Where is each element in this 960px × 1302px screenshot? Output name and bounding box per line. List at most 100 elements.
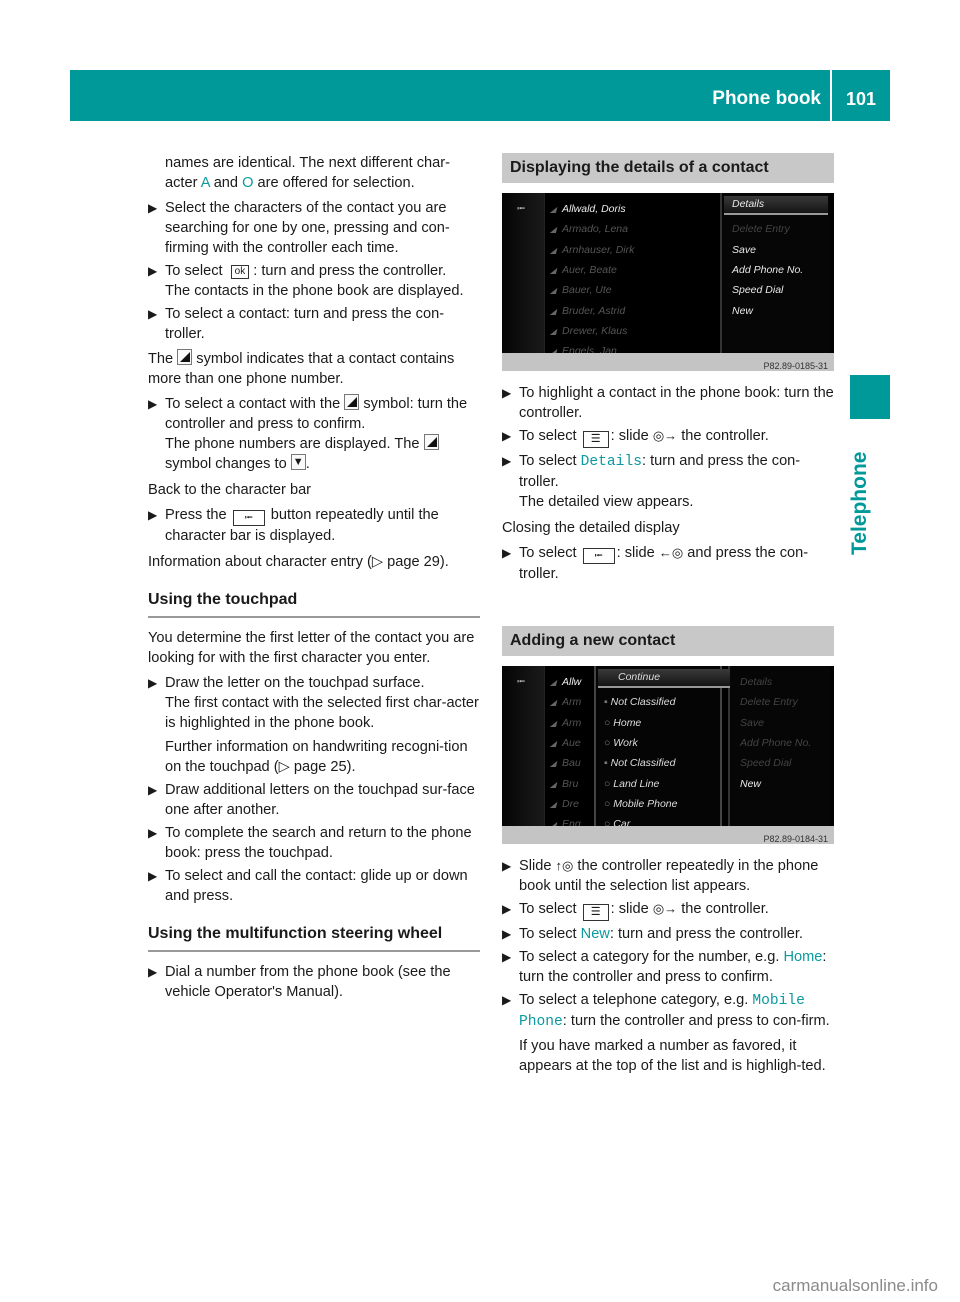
contact-list-item[interactable]: ◢ Allwald, Doris	[550, 199, 626, 220]
menu-item[interactable]: Save	[732, 240, 756, 260]
menu-item[interactable]: Delete Entry	[740, 692, 798, 712]
multi-number-icon: ◢	[550, 265, 557, 275]
contact-name: Bru	[562, 777, 579, 790]
bullet-icon: ▶	[148, 869, 158, 883]
options-menu: Details Delete Entry Save Add Phone No. Spee…	[720, 193, 830, 353]
category-option[interactable]: ○ Home	[604, 713, 641, 733]
contact-list-item[interactable]: ◢ Allw	[550, 672, 581, 693]
menu-item[interactable]: Delete Entry	[732, 219, 790, 239]
bullet-icon: ▶	[502, 386, 512, 400]
step: ▶ To highlight a contact in the phone boo…	[502, 383, 834, 423]
contact-name: Bruder, Astrid	[562, 304, 626, 317]
menu-item[interactable]: New	[732, 301, 753, 321]
bullet-icon: ▶	[148, 965, 158, 979]
step: ▶ Slide ↑◎ the controller repeatedly in t…	[502, 856, 834, 896]
category-option[interactable]: ○ Work	[604, 733, 638, 753]
category-option[interactable]: ▪ Not Classified	[604, 692, 675, 712]
contact-name: Arm	[562, 716, 582, 729]
figure-caption-bar: P82.89-0185-31	[502, 353, 834, 371]
step: ▶ To select ⭰: slide ←◎ and press the con…	[502, 543, 834, 584]
slide-right-icon: ◎→	[652, 901, 678, 916]
step-text: To select and call the contact: glide up…	[165, 868, 468, 904]
category-label: Land Line	[613, 777, 660, 790]
back-arrow-icon: ⭰	[517, 676, 526, 688]
step-text: To select a contact with the	[165, 396, 341, 412]
radio-icon: ○	[604, 716, 614, 729]
contact-list-item[interactable]: ◢ Aue	[550, 733, 581, 754]
contact-list-item[interactable]: ◢ Arm	[550, 713, 581, 734]
menu-item[interactable]: Speed Dial	[740, 753, 791, 773]
contact-list-item[interactable]: ◢ Bauer, Ute	[550, 280, 612, 301]
step-text: Draw additional letters on the touchpad …	[165, 782, 475, 818]
category-option[interactable]: ▪ Not Classified	[604, 753, 675, 773]
contact-list-item[interactable]: ◢ Bru	[550, 774, 578, 795]
step-text: To select	[519, 453, 581, 469]
intro-text: are offered for selection.	[253, 175, 415, 191]
contact-list-item[interactable]: ◢ Arnhauser, Dirk	[550, 240, 634, 261]
contact-list-item[interactable]: ◢ Auer, Beate	[550, 260, 617, 281]
step-text: To highlight a contact in the phone book…	[519, 385, 834, 421]
radio-icon: ○	[604, 777, 614, 790]
contact-name: Bau	[562, 757, 581, 770]
menu-term: Details	[580, 454, 642, 470]
step-text: the controller.	[681, 901, 769, 917]
multi-number-icon: ◢	[550, 738, 557, 748]
bullet-icon: ▶	[502, 546, 512, 560]
new-contact-screenshot: ⭰ ◢Allw◢Arm◢Arm◢Aue◢Bau◢Bru◢Dre◢Eng◢Erle…	[502, 666, 834, 844]
category-label: Mobile Phone	[613, 797, 678, 810]
bullet-icon: ▶	[148, 676, 158, 690]
figure-id: P82.89-0185-31	[763, 361, 828, 371]
category-option[interactable]: Continue	[598, 669, 730, 688]
menu-term: New	[580, 926, 610, 942]
step: ▶ To select and call the contact: glide u…	[148, 866, 480, 906]
bullet-icon: ▶	[502, 950, 512, 964]
menu-item[interactable]: Details	[740, 672, 772, 692]
contact-list-item[interactable]: ◢ Drewer, Klaus	[550, 321, 627, 342]
menu-item[interactable]: Speed Dial	[732, 280, 783, 300]
note-text: The	[148, 351, 174, 367]
menu-term: Home	[783, 949, 823, 965]
menu-item[interactable]: Details	[724, 196, 828, 215]
multi-number-icon: ◢	[550, 326, 557, 336]
symbol-note: The symbol indicates that a contact cont…	[148, 349, 480, 389]
note-text: symbol indicates that a contact contains…	[148, 351, 455, 387]
category-option[interactable]: ○ Mobile Phone	[604, 794, 677, 814]
step-result: The first contact with the selected firs…	[165, 695, 479, 731]
category-option[interactable]: ○ Land Line	[604, 774, 659, 794]
steering-heading: Using the multifunction steering wheel	[148, 924, 480, 952]
radio-icon: ▪	[604, 696, 611, 709]
page-header-bar: Phone book 101	[70, 70, 890, 121]
menu-item[interactable]: Save	[740, 713, 764, 733]
contact-list-item[interactable]: ◢ Dre	[550, 794, 579, 815]
menu-item[interactable]: Add Phone No.	[732, 260, 803, 280]
contact-list-item[interactable]: ◢ Bau	[550, 753, 581, 774]
contact-list-item[interactable]: ◢ Bruder, Astrid	[550, 301, 625, 322]
details-screenshot: ⭰ ◢ Allwald, Doris ◢ Armado, Lena ◢ Arnhauser…	[502, 193, 834, 371]
contact-list-item[interactable]: ◢ Arm	[550, 692, 581, 713]
touchpad-heading: Using the touchpad	[148, 590, 480, 618]
step-text: : slide	[610, 901, 649, 917]
char-o: O	[242, 175, 254, 191]
chapter-title: Phone book	[712, 88, 821, 109]
step: ▶ To select Details: turn and press the c…	[502, 451, 834, 512]
step-result: symbol changes to	[165, 456, 287, 472]
multi-number-icon: ◢	[550, 779, 557, 789]
multi-number-icon	[344, 394, 360, 410]
figure-id: P82.89-0184-31	[763, 834, 828, 844]
side-tab-label: Telephone	[848, 451, 871, 555]
slide-left-icon: ←◎	[658, 545, 684, 560]
contact-name: Allw	[562, 676, 582, 688]
screen-left-strip: ⭰	[502, 193, 545, 353]
bullet-icon: ▶	[148, 397, 158, 411]
radio-icon: ○	[604, 797, 614, 810]
menu-item[interactable]: New	[740, 774, 761, 794]
char-a: A	[200, 175, 210, 191]
step-text: Press the	[165, 507, 227, 523]
step-text: : slide	[616, 545, 655, 561]
step-result: If you have marked a number as favored, …	[519, 1038, 826, 1074]
multi-number-icon: ◢	[550, 245, 557, 255]
contact-list-item[interactable]: ◢ Armado, Lena	[550, 219, 628, 240]
menu-item[interactable]: Add Phone No.	[740, 733, 811, 753]
contact-name: Armado, Lena	[562, 223, 628, 236]
step-text: : turn and press the controller.	[609, 926, 803, 942]
